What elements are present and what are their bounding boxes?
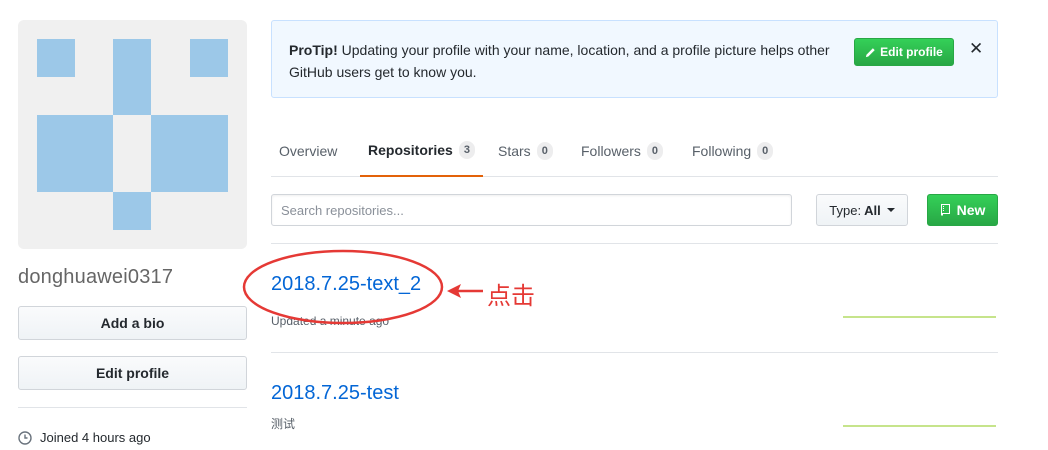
list-divider [271, 352, 998, 353]
protip-message: ProTip! Updating your profile with your … [289, 39, 849, 83]
protip-edit-profile-button[interactable]: Edit profile [854, 38, 954, 66]
annotation-arrowhead [447, 284, 461, 298]
protip-banner: ProTip! Updating your profile with your … [271, 20, 998, 98]
type-filter-value: All [864, 202, 881, 218]
joined-text: Joined 4 hours ago [40, 430, 151, 445]
repo-updated-1: Updated a minute ago [271, 314, 390, 328]
tab-label: Following [692, 143, 752, 159]
repo-link-2[interactable]: 2018.7.25-test [271, 382, 399, 405]
activity-graph-2 [843, 425, 996, 427]
tab-stars[interactable]: Stars 0 [498, 125, 553, 177]
tab-label: Followers [581, 143, 641, 159]
tab-label: Overview [279, 143, 338, 159]
tab-count: 0 [757, 142, 774, 160]
close-icon[interactable]: ✕ [969, 40, 983, 57]
edit-profile-button[interactable]: Edit profile [18, 356, 247, 390]
avatar[interactable] [18, 20, 247, 249]
tab-count: 0 [646, 142, 664, 160]
protip-edit-label: Edit profile [880, 45, 943, 59]
tab-count: 3 [458, 141, 475, 159]
joined-date: Joined 4 hours ago [18, 430, 151, 445]
search-repositories-input[interactable] [271, 194, 792, 226]
activity-graph-1 [843, 316, 996, 318]
caret-down-icon [886, 208, 895, 212]
tab-label: Stars [498, 143, 531, 159]
protip-title: ProTip! [289, 42, 338, 58]
protip-body: Updating your profile with your name, lo… [289, 42, 830, 80]
clock-icon [18, 430, 32, 445]
tab-following[interactable]: Following 0 [692, 125, 774, 177]
tab-overview[interactable]: Overview [279, 125, 337, 177]
profile-username: donghuawei0317 [18, 266, 174, 288]
tab-followers[interactable]: Followers 0 [581, 125, 664, 177]
tab-count: 0 [536, 142, 553, 160]
tab-repositories[interactable]: Repositories 3 [360, 125, 483, 177]
repo-description-2: 测试 [271, 417, 296, 431]
identicon-image [37, 39, 228, 230]
type-filter-dropdown[interactable]: Type: All [816, 194, 908, 226]
profile-tabs: Overview Repositories 3 Stars 0 Follower… [271, 125, 998, 177]
annotation-label: 点击 [487, 282, 535, 310]
tab-label: Repositories [368, 142, 453, 158]
repo-link-1[interactable]: 2018.7.25-text_2 [271, 273, 421, 296]
type-filter-label: Type: [829, 202, 862, 218]
sidebar-divider [18, 407, 247, 408]
pencil-icon [866, 47, 875, 57]
repo-icon [940, 204, 950, 216]
list-divider [271, 243, 998, 244]
new-repository-button[interactable]: New [927, 194, 998, 226]
new-button-label: New [956, 202, 986, 218]
add-bio-button[interactable]: Add a bio [18, 306, 247, 340]
